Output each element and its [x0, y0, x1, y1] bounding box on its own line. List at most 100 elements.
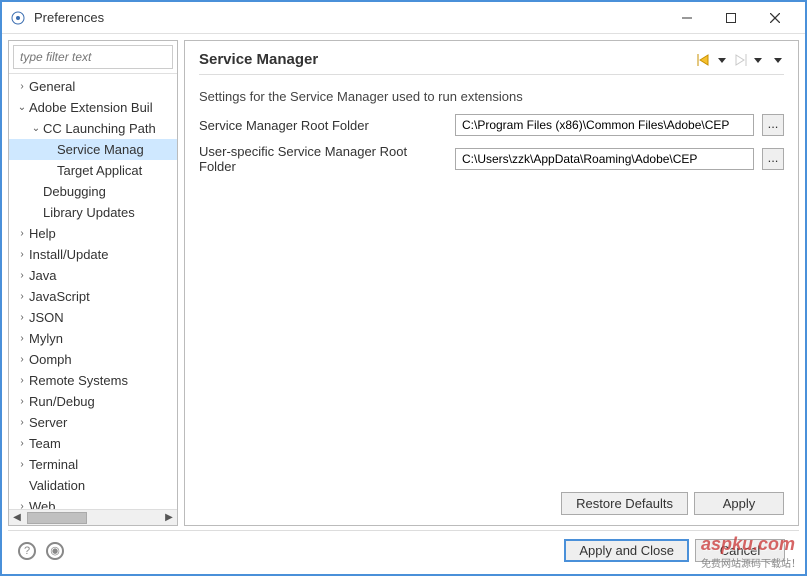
tree-item[interactable]: ›Oomph	[9, 349, 177, 370]
chevron-right-icon[interactable]: ›	[15, 245, 29, 264]
main-pane: ›General⌄Adobe Extension Buil⌄CC Launchi…	[8, 40, 799, 526]
root-folder-browse[interactable]: ...	[762, 114, 784, 136]
cancel-button[interactable]: Cancel	[695, 539, 785, 562]
tree-item-label: JSON	[29, 308, 64, 327]
chevron-right-icon[interactable]: ›	[15, 413, 29, 432]
tree-item-label: General	[29, 77, 75, 96]
tree-item[interactable]: ⌄Adobe Extension Buil	[9, 97, 177, 118]
window-body: ›General⌄Adobe Extension Buil⌄CC Launchi…	[2, 34, 805, 574]
tree-item[interactable]: ›Web	[9, 496, 177, 509]
tree-item-label: Target Applicat	[57, 161, 142, 180]
window-title: Preferences	[34, 10, 665, 25]
chevron-down-icon[interactable]: ⌄	[15, 98, 29, 117]
page-title: Service Manager	[199, 51, 692, 68]
chevron-right-icon[interactable]: ›	[15, 266, 29, 285]
apply-button[interactable]: Apply	[694, 492, 784, 515]
tree-item-label: Remote Systems	[29, 371, 128, 390]
filter-input[interactable]	[13, 45, 173, 69]
chevron-right-icon[interactable]: ›	[15, 77, 29, 96]
chevron-right-icon[interactable]: ›	[15, 308, 29, 327]
scroll-left-arrow[interactable]: ◀	[9, 512, 25, 523]
help-icon[interactable]: ?	[18, 542, 36, 560]
tree-item-label: Mylyn	[29, 329, 63, 348]
root-folder-row: Service Manager Root Folder ...	[199, 114, 784, 136]
tree-item-label: JavaScript	[29, 287, 90, 306]
tree-item[interactable]: ›Remote Systems	[9, 370, 177, 391]
minimize-button[interactable]	[665, 4, 709, 32]
user-root-folder-input[interactable]	[455, 148, 754, 170]
tree-item[interactable]: Validation	[9, 475, 177, 496]
tree-item-label: Run/Debug	[29, 392, 95, 411]
tree-wrap: ›General⌄Adobe Extension Buil⌄CC Launchi…	[9, 74, 177, 509]
content-footer: Restore Defaults Apply	[199, 482, 784, 515]
tree-item-label: Oomph	[29, 350, 72, 369]
user-root-folder-row: User-specific Service Manager Root Folde…	[199, 144, 784, 174]
chevron-right-icon[interactable]: ›	[15, 329, 29, 348]
tree-item[interactable]: Debugging	[9, 181, 177, 202]
tree-item-label: Java	[29, 266, 56, 285]
back-button[interactable]	[692, 54, 716, 66]
chevron-right-icon[interactable]: ›	[15, 350, 29, 369]
tree-item[interactable]: ›Mylyn	[9, 328, 177, 349]
scroll-right-arrow[interactable]: ▶	[161, 512, 177, 523]
chevron-down-icon[interactable]: ⌄	[29, 119, 43, 138]
chevron-right-icon[interactable]: ›	[15, 455, 29, 474]
scroll-thumb[interactable]	[27, 512, 87, 524]
restore-defaults-button[interactable]: Restore Defaults	[561, 492, 688, 515]
titlebar: Preferences	[2, 2, 805, 34]
app-icon	[10, 10, 26, 26]
tree-item[interactable]: Service Manag	[9, 139, 177, 160]
chevron-right-icon[interactable]: ›	[15, 371, 29, 390]
maximize-button[interactable]	[709, 4, 753, 32]
horizontal-scrollbar[interactable]: ◀ ▶	[9, 509, 177, 525]
root-folder-input[interactable]	[455, 114, 754, 136]
tree-item[interactable]: ›Run/Debug	[9, 391, 177, 412]
tree-item-label: Service Manag	[57, 140, 144, 159]
chevron-right-icon[interactable]: ›	[15, 224, 29, 243]
tree-item-label: Server	[29, 413, 67, 432]
dialog-actions: Apply and Close Cancel	[564, 539, 785, 562]
close-button[interactable]	[753, 4, 797, 32]
bottom-bar: ? ◉ Apply and Close Cancel	[8, 530, 799, 568]
tree-item[interactable]: ›JSON	[9, 307, 177, 328]
tree-item[interactable]: ›General	[9, 76, 177, 97]
preferences-window: Preferences ›General⌄Adobe Extension Bui…	[0, 0, 807, 576]
forward-button[interactable]	[728, 54, 752, 66]
tree-item[interactable]: Target Applicat	[9, 160, 177, 181]
forward-menu-arrow[interactable]	[752, 56, 764, 64]
tree-item[interactable]: ›Help	[9, 223, 177, 244]
tree-item[interactable]: Library Updates	[9, 202, 177, 223]
help-icons: ? ◉	[18, 542, 64, 560]
tree-item-label: Install/Update	[29, 245, 109, 264]
tree-item-label: Adobe Extension Buil	[29, 98, 153, 117]
tree-item[interactable]: ⌄CC Launching Path	[9, 118, 177, 139]
tree-item[interactable]: ›Team	[9, 433, 177, 454]
tree-item-label: Web	[29, 497, 56, 509]
tree-item[interactable]: ›Java	[9, 265, 177, 286]
tree-item[interactable]: ›Server	[9, 412, 177, 433]
chevron-right-icon[interactable]: ›	[15, 497, 29, 509]
tree-item[interactable]: ›JavaScript	[9, 286, 177, 307]
tree-item-label: Library Updates	[43, 203, 135, 222]
user-root-folder-label: User-specific Service Manager Root Folde…	[199, 144, 447, 174]
tree-item-label: Debugging	[43, 182, 106, 201]
chevron-right-icon[interactable]: ›	[15, 392, 29, 411]
user-root-folder-browse[interactable]: ...	[762, 148, 784, 170]
content-header: Service Manager	[199, 51, 784, 75]
chevron-right-icon[interactable]: ›	[15, 434, 29, 453]
content-panel: Service Manager Settings for the Service…	[184, 40, 799, 526]
filter-container	[9, 41, 177, 74]
tree-item[interactable]: ›Install/Update	[9, 244, 177, 265]
preferences-tree[interactable]: ›General⌄Adobe Extension Buil⌄CC Launchi…	[9, 74, 177, 509]
tree-item-label: CC Launching Path	[43, 119, 156, 138]
apply-and-close-button[interactable]: Apply and Close	[564, 539, 689, 562]
back-menu-arrow[interactable]	[716, 56, 728, 64]
tree-item[interactable]: ›Terminal	[9, 454, 177, 475]
page-menu-arrow[interactable]	[772, 56, 784, 64]
import-export-icon[interactable]: ◉	[46, 542, 64, 560]
tree-item-label: Team	[29, 434, 61, 453]
root-folder-label: Service Manager Root Folder	[199, 118, 447, 133]
page-description: Settings for the Service Manager used to…	[199, 75, 784, 114]
tree-item-label: Terminal	[29, 455, 78, 474]
chevron-right-icon[interactable]: ›	[15, 287, 29, 306]
